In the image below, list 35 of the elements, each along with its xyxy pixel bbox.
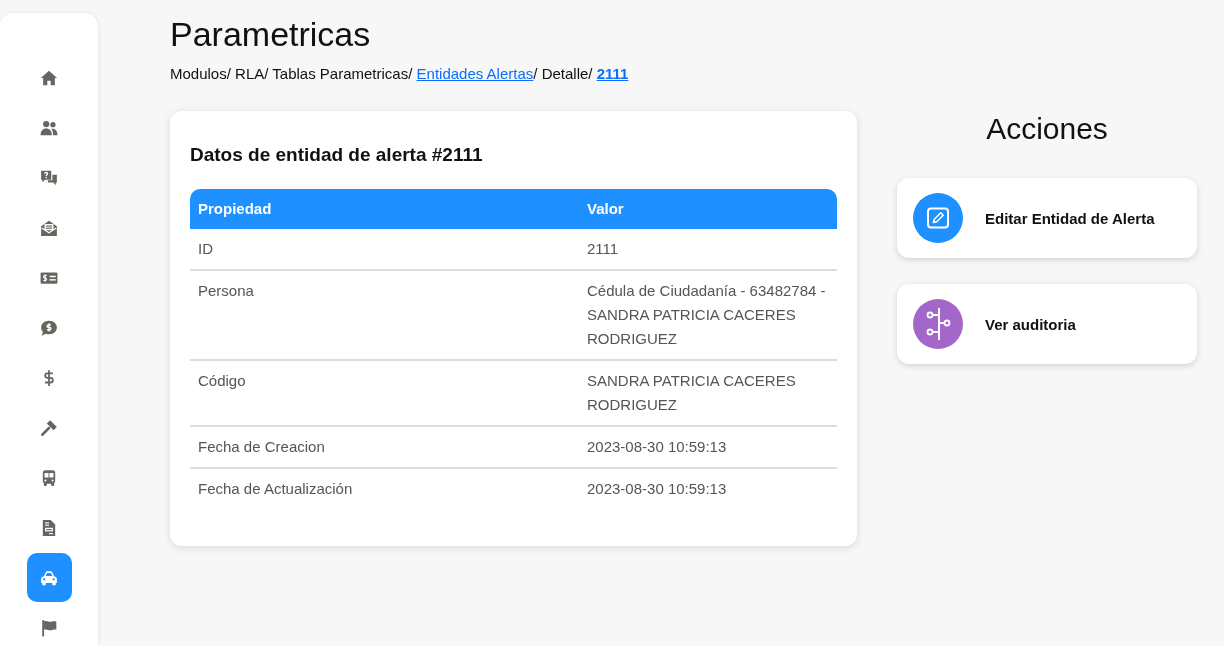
breadcrumb-separator: / [533, 65, 539, 82]
question-chat-icon [40, 168, 58, 187]
users-icon [40, 118, 58, 137]
breadcrumb-item: RLA/ [235, 65, 270, 82]
document-icon [40, 518, 58, 537]
table-cell: Código [190, 361, 579, 427]
breadcrumb-item: Detalle/ [541, 65, 594, 82]
nav-item[interactable] [26, 553, 72, 602]
bus-icon [40, 468, 58, 487]
breadcrumb-item: Modulos/ [170, 65, 232, 82]
breadcrumb-link[interactable]: 2111 [596, 65, 629, 82]
flag-icon [40, 618, 58, 637]
column-header: Valor [579, 189, 837, 229]
table-cell: SANDRA PATRICIA CACERES RODRIGUEZ [579, 361, 837, 427]
action-card[interactable]: Ver auditoria [897, 284, 1197, 364]
card-title: Datos de entidad de alerta #2111 [190, 143, 484, 167]
table-cell: ID [190, 229, 579, 271]
breadcrumb-link[interactable]: Entidades Alertas [416, 65, 534, 82]
section-title: Acciones [985, 111, 1109, 147]
table-cell: Persona [190, 271, 579, 361]
table-cell-text: Fecha de Actualización [197, 479, 354, 499]
envelope-icon [40, 218, 58, 237]
table-cell: Cédula de Ciudadanía - 63482784 - SANDRA PATRICIA CACERES RODRIGUEZ [579, 271, 837, 361]
gavel-icon [40, 418, 58, 437]
table-cell: 2023-08-30 10:59:13 [579, 427, 837, 469]
breadcrumb-item: Tablas Parametricas/ [272, 65, 414, 82]
table-cell: 2111 [579, 229, 837, 271]
table-cell: Fecha de Creacion [190, 427, 579, 469]
action-card[interactable]: Editar Entidad de Alerta [897, 178, 1197, 258]
page-title: Parametricas [170, 14, 372, 54]
home-icon [40, 68, 58, 87]
car-icon [40, 568, 58, 587]
dollar-chat-icon [40, 318, 58, 337]
table-cell-text: 2023-08-30 10:59:13 [586, 479, 728, 499]
column-header: Propiedad [190, 189, 579, 229]
